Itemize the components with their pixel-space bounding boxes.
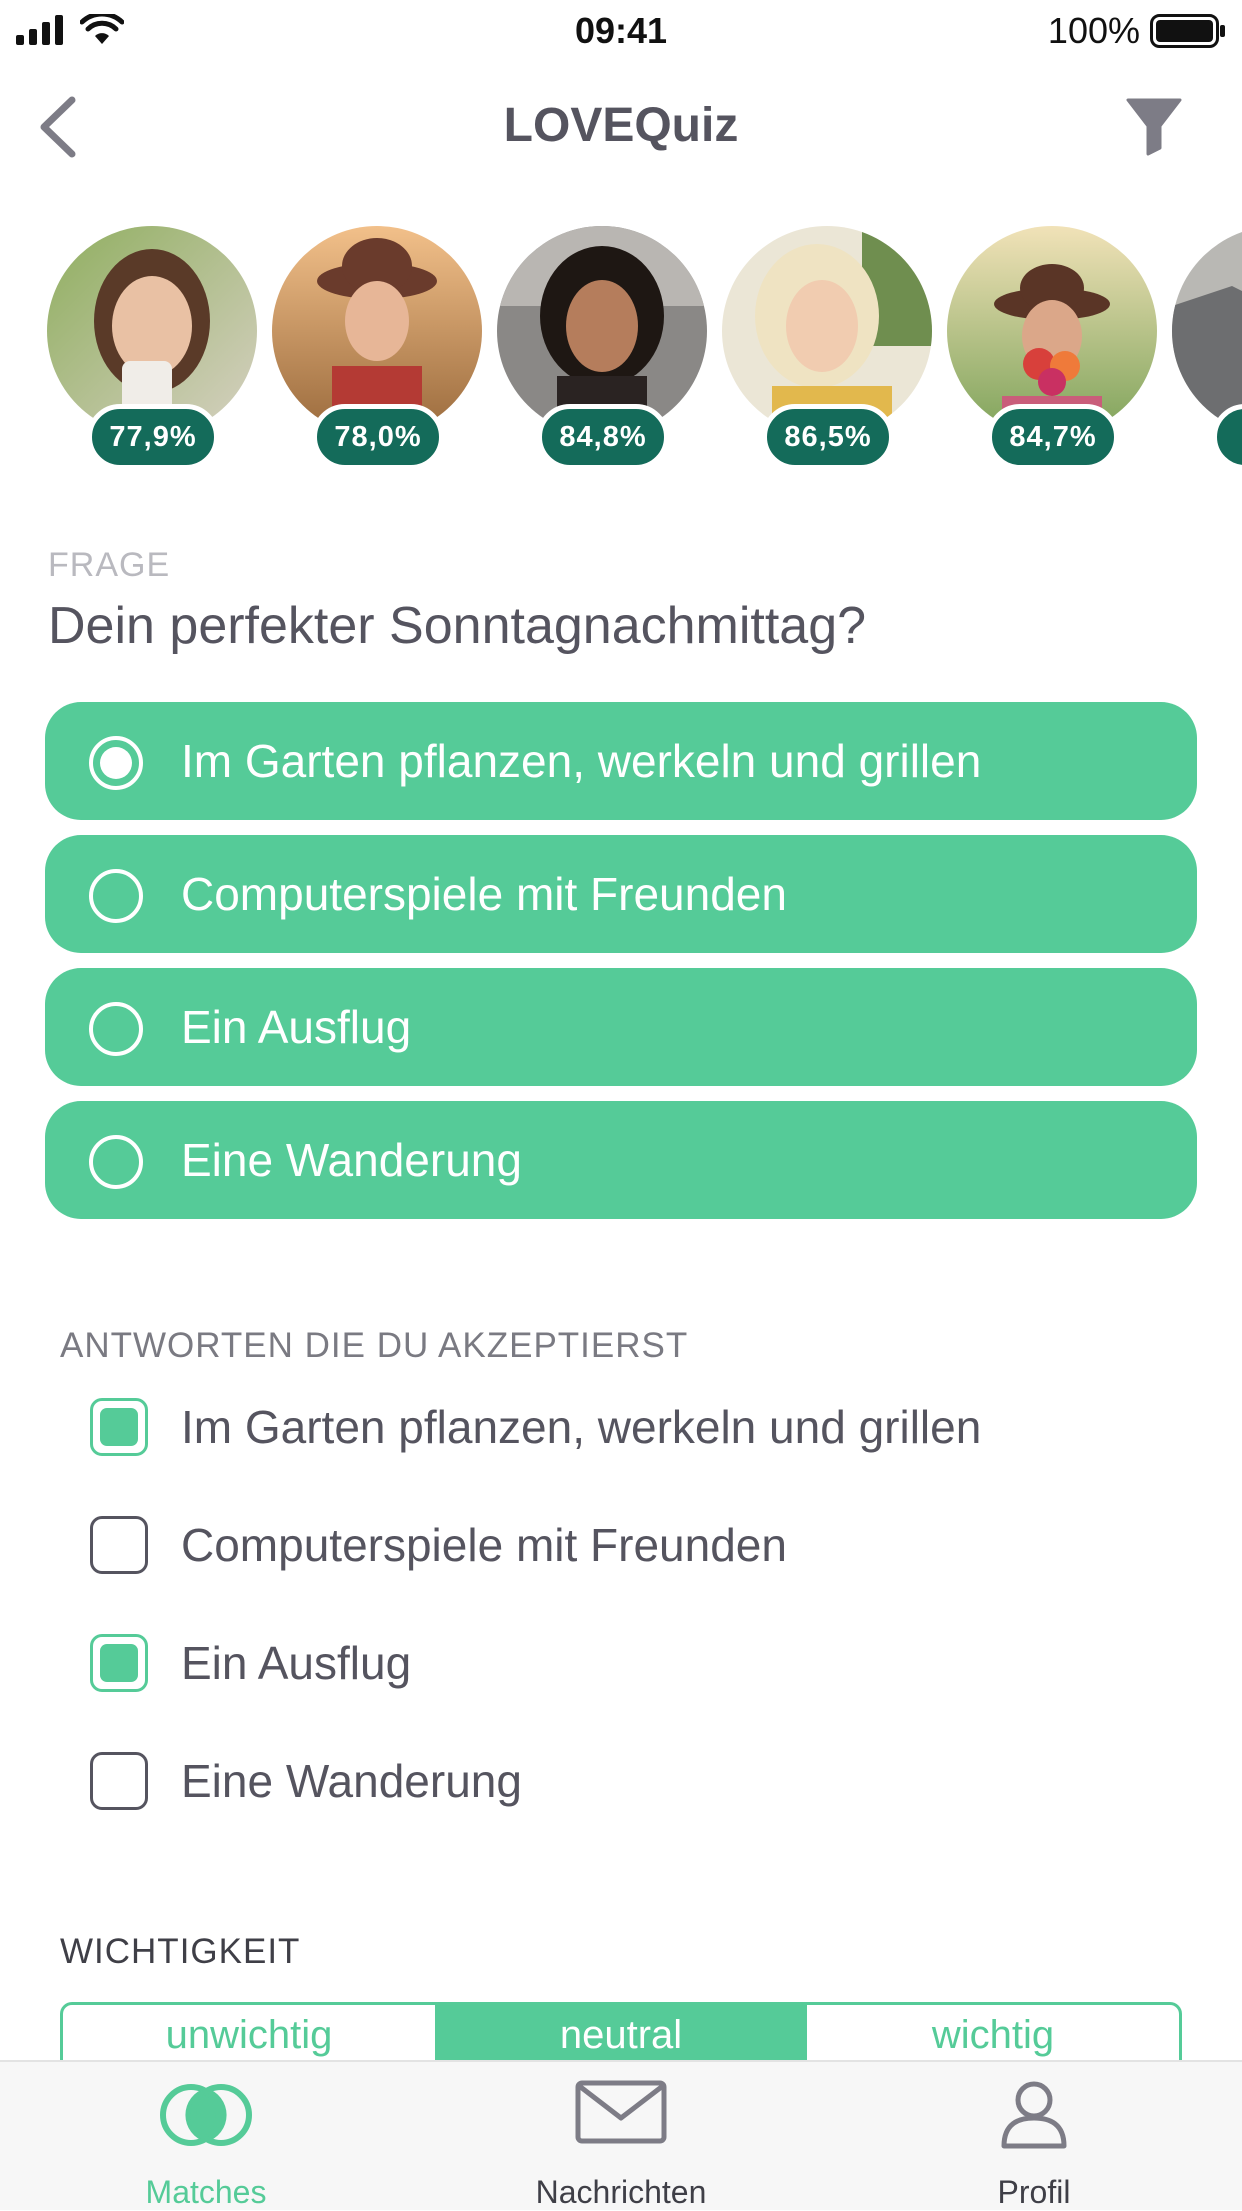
match-avatars-row[interactable]: 77,9% 78,0% 84,8% 86,5% 84,7% <box>0 226 1242 476</box>
accepted-answer-item[interactable]: Eine Wanderung <box>90 1740 1190 1820</box>
match-percentage-badge: 77,9% <box>87 404 219 470</box>
battery-icon <box>1150 14 1225 48</box>
checkbox-checked-icon[interactable] <box>90 1634 148 1692</box>
accepted-answer-item[interactable]: Ein Ausflug <box>90 1622 1190 1702</box>
accepted-answer-item[interactable]: Im Garten pflanzen, werkeln und grillen <box>90 1386 1190 1466</box>
matches-rings-icon <box>160 2084 252 2146</box>
person-icon <box>1001 2081 1067 2149</box>
tab-profil[interactable]: Profil <box>884 2062 1184 2210</box>
accepted-answer-label: Eine Wanderung <box>181 1755 522 1807</box>
answer-option[interactable]: Eine Wanderung <box>45 1101 1197 1219</box>
answer-option-label: Im Garten pflanzen, werkeln und grillen <box>181 735 982 787</box>
filter-button[interactable] <box>1126 96 1182 156</box>
radio-empty-icon[interactable] <box>89 1135 143 1189</box>
question-label: FRAGE <box>48 546 171 584</box>
answer-option-label: Eine Wanderung <box>181 1134 522 1186</box>
battery-percent: 100% <box>1047 10 1140 51</box>
accepted-answer-label: Ein Ausflug <box>181 1637 412 1689</box>
accepted-answer-item[interactable]: Computerspiele mit Freunden <box>90 1504 1190 1584</box>
tab-label: Profil <box>997 2174 1071 2210</box>
tab-bar: Matches Nachrichten Profil <box>0 2060 1242 2210</box>
tab-label: Nachrichten <box>535 2174 707 2210</box>
filter-funnel-icon <box>1126 98 1182 156</box>
accepted-answer-label: Im Garten pflanzen, werkeln und grillen <box>181 1401 982 1453</box>
answer-option[interactable]: Computerspiele mit Freunden <box>45 835 1197 953</box>
tab-matches[interactable]: Matches <box>56 2062 356 2210</box>
navigation-bar: LOVEQuiz <box>0 62 1242 192</box>
tab-nachrichten[interactable]: Nachrichten <box>471 2062 771 2210</box>
checkbox-empty-icon[interactable] <box>90 1516 148 1574</box>
importance-label: WICHTIGKEIT <box>60 1932 301 1971</box>
question-text: Dein perfekter Sonntagnachmittag? <box>48 597 867 655</box>
match-percentage-badge: 84,8% <box>537 404 669 470</box>
match-avatar[interactable]: 8 <box>1172 226 1242 476</box>
match-percentage-badge: 78,0% <box>312 404 444 470</box>
answer-option-label: Computerspiele mit Freunden <box>181 868 787 920</box>
match-avatar[interactable]: 86,5% <box>722 226 932 476</box>
accepted-answers-label: ANTWORTEN DIE DU AKZEPTIERST <box>60 1326 689 1365</box>
battery-status: 100% <box>1048 10 1226 52</box>
match-percentage-badge: 86,5% <box>762 404 894 470</box>
answer-option[interactable]: Ein Ausflug <box>45 968 1197 1086</box>
radio-selected-icon[interactable] <box>89 736 143 790</box>
radio-empty-icon[interactable] <box>89 869 143 923</box>
checkbox-empty-icon[interactable] <box>90 1752 148 1810</box>
answer-option[interactable]: Im Garten pflanzen, werkeln und grillen <box>45 702 1197 820</box>
envelope-icon <box>575 2080 667 2144</box>
checkbox-checked-icon[interactable] <box>90 1398 148 1456</box>
match-avatar[interactable]: 84,7% <box>947 226 1157 476</box>
match-percentage-badge: 84,7% <box>987 404 1119 470</box>
status-bar: 09:41 100% <box>0 0 1242 62</box>
match-avatar[interactable]: 84,8% <box>497 226 707 476</box>
profile-photo <box>1172 226 1242 436</box>
accepted-answer-label: Computerspiele mit Freunden <box>181 1519 787 1571</box>
match-avatar[interactable]: 77,9% <box>47 226 257 476</box>
radio-empty-icon[interactable] <box>89 1002 143 1056</box>
answer-option-label: Ein Ausflug <box>181 1001 412 1053</box>
tab-label: Matches <box>145 2174 267 2210</box>
match-avatar[interactable]: 78,0% <box>272 226 482 476</box>
page-title: LOVEQuiz <box>503 99 739 152</box>
